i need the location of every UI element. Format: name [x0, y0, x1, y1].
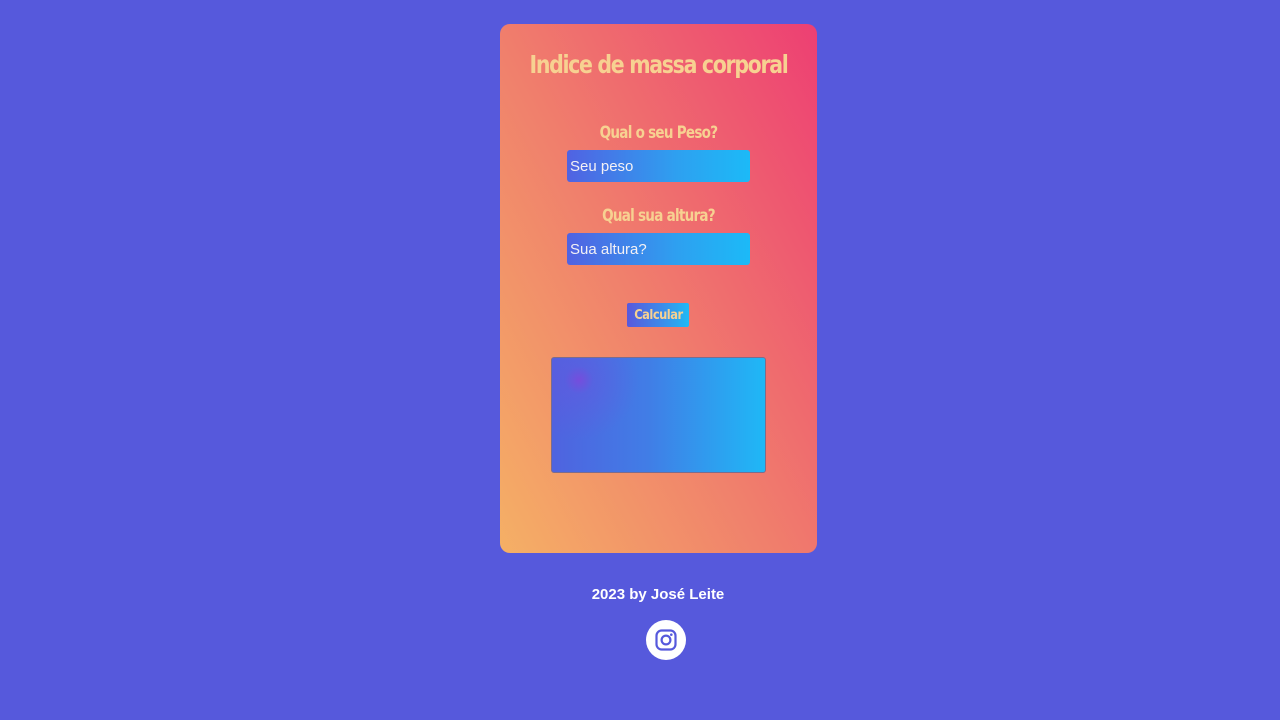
footer-credit: 2023 by José Leite: [591, 586, 725, 603]
calculate-button[interactable]: Calcular: [627, 303, 689, 327]
page-title: Indice de massa corporal: [529, 50, 789, 79]
height-label: Qual sua altura?: [602, 206, 716, 225]
weight-label: Qual o seu Peso?: [599, 123, 718, 142]
calculate-button-label: Calcular: [633, 307, 683, 323]
weight-input[interactable]: [567, 150, 750, 182]
instagram-link[interactable]: [646, 620, 686, 660]
result-box: [551, 357, 766, 473]
bmi-card: Indice de massa corporal Qual o seu Peso…: [500, 24, 817, 553]
height-input[interactable]: [567, 233, 750, 265]
instagram-icon: [655, 629, 677, 651]
